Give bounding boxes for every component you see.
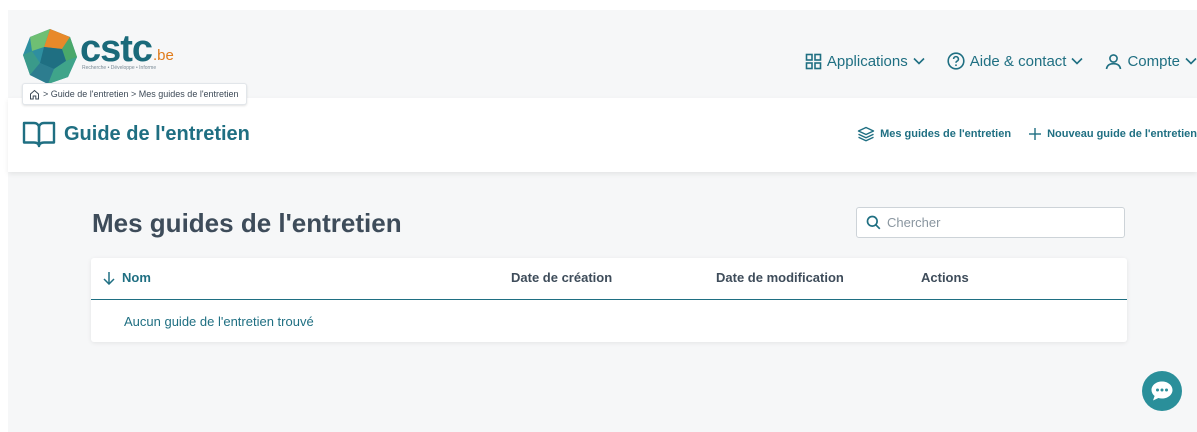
- column-header-created[interactable]: Date de création: [511, 270, 612, 285]
- sort-arrow-down-icon: [103, 271, 115, 285]
- column-header-name-label: Nom: [122, 270, 151, 285]
- my-guides-link[interactable]: Mes guides de l'entretien: [857, 126, 1011, 142]
- logo-tagline: Recherche • Développe • Informe: [82, 65, 157, 71]
- my-guides-label: Mes guides de l'entretien: [880, 128, 1012, 140]
- user-icon: [1106, 53, 1122, 69]
- open-book-icon: [22, 121, 56, 148]
- home-icon[interactable]: [29, 89, 40, 100]
- question-circle-icon: [947, 52, 965, 70]
- main-nav: Applications Aide & contact Compte: [783, 50, 1197, 72]
- breadcrumb: > Guide de l'entretien > Mes guides de l…: [22, 83, 247, 105]
- search-icon: [866, 215, 881, 230]
- table-header: Nom Date de création Date de modificatio…: [91, 258, 1127, 300]
- nav-applications[interactable]: Applications: [805, 53, 925, 70]
- nav-help[interactable]: Aide & contact: [947, 52, 1084, 70]
- nav-account-label: Compte: [1127, 52, 1180, 70]
- logo-suffix: .be: [153, 47, 174, 64]
- column-header-modified[interactable]: Date de modification: [716, 270, 844, 285]
- cstc-logo[interactable]: cstc .be Recherche • Développe • Informe: [22, 27, 192, 87]
- nav-help-label: Aide & contact: [969, 52, 1067, 70]
- section-header: Guide de l'entretien Mes guides de l'ent…: [8, 98, 1197, 172]
- section-title-label: Guide de l'entretien: [64, 122, 250, 145]
- new-guide-label: Nouveau guide de l'entretien: [1047, 128, 1197, 140]
- grid-icon: [805, 53, 822, 69]
- nav-applications-label: Applications: [826, 52, 908, 70]
- chevron-down-icon: [1071, 57, 1084, 65]
- empty-table-message: Aucun guide de l'entretien trouvé: [124, 314, 314, 329]
- section-actions: Mes guides de l'entretien Nouveau guide …: [840, 126, 1197, 142]
- search-box[interactable]: [856, 207, 1125, 238]
- chat-button[interactable]: [1142, 371, 1182, 411]
- logo-wordmark: cstc: [80, 28, 153, 70]
- search-input[interactable]: [887, 215, 1107, 230]
- logo-polyhedron-icon: [23, 29, 77, 84]
- breadcrumb-path[interactable]: > Guide de l'entretien > Mes guides de l…: [43, 89, 239, 99]
- plus-icon: [1029, 128, 1042, 140]
- nav-account[interactable]: Compte: [1105, 53, 1197, 70]
- layers-icon: [857, 126, 875, 142]
- chevron-down-icon: [913, 57, 925, 65]
- chat-bubble-icon: [1151, 381, 1173, 401]
- guides-table: Nom Date de création Date de modificatio…: [91, 258, 1127, 342]
- page-frame: cstc .be Recherche • Développe • Informe…: [8, 10, 1197, 432]
- new-guide-button[interactable]: Nouveau guide de l'entretien: [1028, 127, 1197, 141]
- page-title: Mes guides de l'entretien: [92, 208, 402, 238]
- chevron-down-icon: [1185, 57, 1197, 65]
- section-title[interactable]: Guide de l'entretien: [22, 120, 250, 148]
- column-header-actions: Actions: [921, 270, 969, 285]
- column-header-name[interactable]: Nom: [102, 270, 151, 285]
